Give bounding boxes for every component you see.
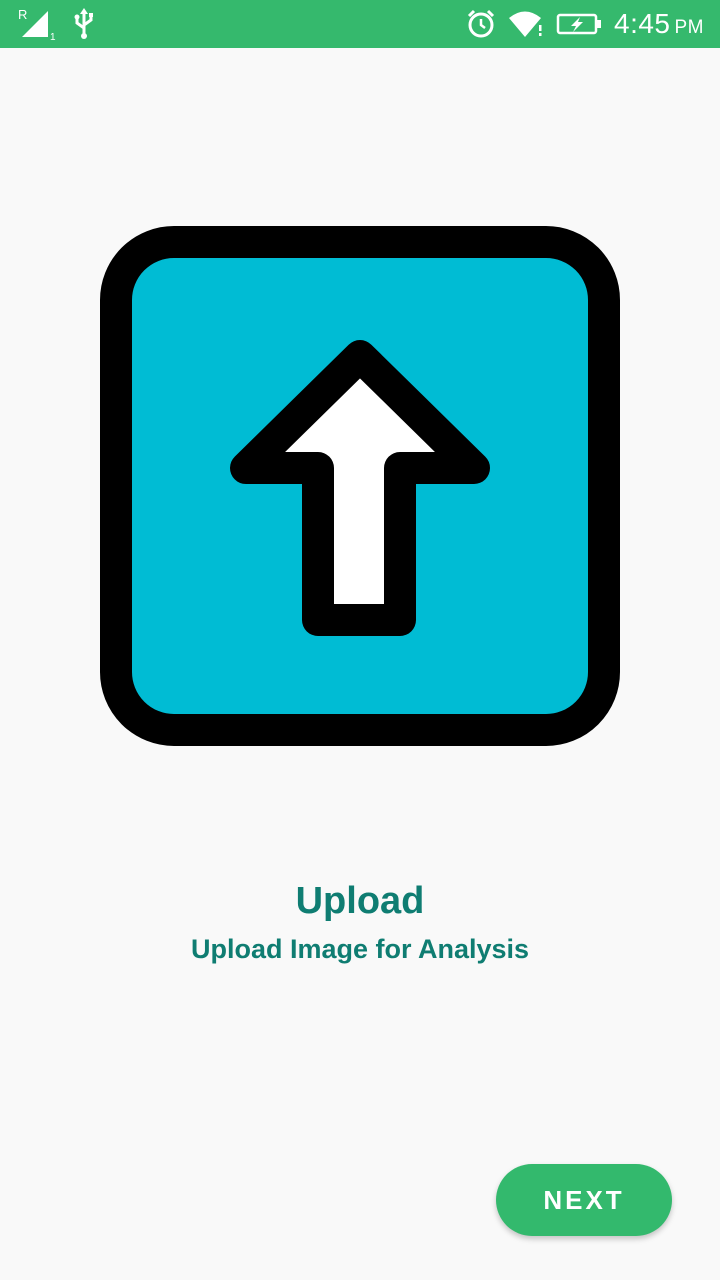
- wifi-icon: [508, 9, 544, 39]
- sim-slot-label: 1: [50, 32, 56, 41]
- page-title: Upload: [295, 880, 425, 922]
- upload-arrow-icon: [100, 226, 620, 746]
- status-bar-left: R 1: [18, 6, 96, 42]
- status-bar-right: 4:45 PM: [466, 6, 704, 42]
- status-bar: R 1 4:45 PM: [0, 0, 720, 48]
- clock-time: 4:45: [614, 8, 671, 39]
- battery-charging-icon: [556, 12, 602, 36]
- next-button[interactable]: NEXT: [496, 1164, 672, 1236]
- page-subtitle: Upload Image for Analysis: [190, 934, 530, 964]
- alarm-icon: [466, 9, 496, 39]
- clock-ampm: PM: [674, 17, 704, 38]
- status-clock: 4:45 PM: [614, 8, 704, 40]
- signal-roaming-label: R: [18, 7, 27, 22]
- signal-icon: R 1: [18, 7, 58, 41]
- usb-icon: [72, 8, 96, 40]
